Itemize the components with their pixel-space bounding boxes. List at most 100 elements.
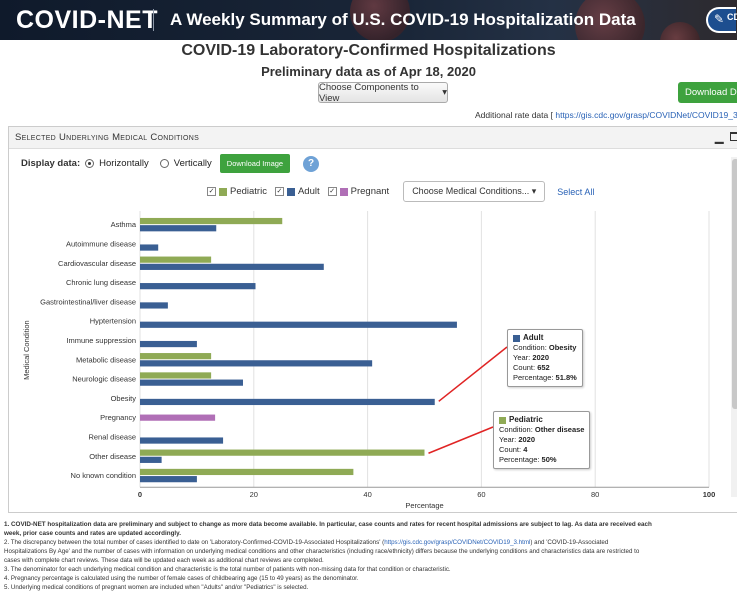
tooltip-swatch	[499, 416, 506, 424]
minimize-icon[interactable]: ▁	[715, 131, 723, 144]
bar-adult	[140, 476, 197, 483]
tooltip-count: 652	[537, 363, 550, 372]
conditions-dropdown-label: Choose Medical Conditions...	[412, 186, 530, 196]
bar-pediatric	[140, 217, 283, 225]
y-category-label: Hyptertension	[90, 317, 136, 326]
tooltip-year-label: Year:	[513, 353, 531, 362]
conditions-bar-chart: 0 20 40 60 80 100 Asthma Autoimmune disease Card…	[22, 211, 715, 510]
tooltip-count-label: Count:	[513, 363, 536, 372]
maximize-icon[interactable]	[730, 132, 737, 141]
radio-horizontal[interactable]	[85, 159, 95, 168]
legend-label-pregnant: Pregnant	[350, 186, 390, 197]
y-category-label: Neurologic disease	[72, 375, 136, 384]
legend-item-adult[interactable]: ✓ Adult	[274, 186, 320, 197]
bar-pediatric	[140, 372, 212, 379]
scrollbar-thumb[interactable]	[732, 159, 737, 409]
medical-conditions-dropdown[interactable]: Choose Medical Conditions... ▾	[403, 181, 546, 202]
virus-graphic	[660, 22, 700, 40]
bar-adult	[140, 225, 217, 232]
checkbox-pediatric[interactable]: ✓	[207, 187, 216, 196]
download-data-button[interactable]: Download Data	[678, 82, 737, 103]
bar-pediatric	[140, 468, 354, 476]
footnote-2-cont: Hospitalizations By Age' and the number …	[4, 548, 640, 555]
radio-horizontal-label: Horizontally	[99, 158, 149, 169]
x-tick-label: 20	[250, 490, 258, 499]
tooltip-year: 2020	[518, 435, 536, 444]
tooltip-condition-label: Condition:	[513, 343, 547, 352]
tooltip-percentage: 51.8%	[555, 373, 577, 382]
bar-pregnant	[140, 414, 216, 421]
tooltip-count: 4	[523, 445, 528, 454]
y-category-label: Metabolic disease	[76, 355, 136, 364]
footnote-1: 1. COVID-NET hospitalization data are pr…	[4, 521, 652, 528]
footnote-2-link[interactable]: https://gis.cdc.gov/grasp/COVIDNet/COVID…	[384, 539, 530, 546]
y-category-label: Cardiovascular disease	[58, 259, 136, 268]
footnote-2: 2. The discrepancy between the total num…	[4, 538, 737, 547]
bar-adult	[140, 398, 435, 406]
legend-item-pregnant[interactable]: ✓ Pregnant	[327, 186, 390, 197]
series-legend: ✓ Pediatric ✓ Adult ✓ Pregnant Choose Me…	[207, 181, 594, 202]
tooltip-percentage-label: Percentage:	[499, 455, 540, 464]
panel-title: Selected Underlying Medical Conditions	[15, 132, 200, 143]
radio-vertical[interactable]	[159, 159, 169, 168]
choose-components-button[interactable]: Choose Components to View ▾	[318, 82, 448, 104]
download-image-button[interactable]: Download Image	[219, 154, 291, 173]
footnote-2-text-end: ) and 'COVID-19-Associated	[530, 539, 609, 546]
help-icon[interactable]: ?	[303, 155, 320, 172]
bar-pediatric	[140, 256, 212, 263]
tooltip-swatch	[513, 334, 520, 342]
pediatric-swatch	[219, 187, 227, 196]
footnote-3: 3. The denominator for each underlying m…	[4, 566, 451, 573]
banner-tagline: A Weekly Summary of U.S. COVID-19 Hospit…	[170, 10, 636, 29]
underlying-conditions-panel: Selected Underlying Medical Conditions ▁…	[8, 126, 737, 513]
checkbox-adult[interactable]: ✓	[274, 187, 284, 196]
y-category-label: Chronic lung disease	[66, 278, 136, 287]
tooltip-condition-label: Condition:	[499, 425, 533, 434]
tooltip-series: Adult	[523, 333, 544, 342]
pregnant-swatch	[339, 187, 348, 196]
eagle-icon: ✎	[714, 12, 725, 26]
y-category-label: No known condition	[71, 471, 136, 480]
y-category-label: Renal disease	[88, 432, 136, 441]
tooltip-adult-obesity: Adult Condition: Obesity Year: 2020 Coun…	[507, 329, 583, 387]
bar-adult	[140, 379, 243, 386]
panel-scrollbar[interactable]	[731, 157, 737, 497]
select-all-link[interactable]: Select All	[557, 187, 594, 197]
bar-adult	[140, 360, 373, 367]
x-tick-label: 80	[591, 490, 599, 499]
footnote-2-text: 2. The discrepancy between the total num…	[4, 539, 385, 546]
tooltip-percentage: 50%	[541, 455, 557, 464]
panel-header: Selected Underlying Medical Conditions ▁	[9, 127, 737, 149]
brand-title: COVID-NET	[16, 6, 158, 34]
tooltip-series: Pediatric	[509, 415, 543, 424]
bar-adult	[140, 244, 159, 251]
x-tick-label: 0	[138, 490, 142, 499]
bar-adult	[140, 437, 224, 444]
bar-adult	[140, 302, 168, 309]
checkbox-pregnant[interactable]: ✓	[327, 187, 337, 196]
y-category-label: Autoimmune disease	[66, 239, 136, 248]
bar-adult	[140, 321, 457, 328]
legend-item-pediatric[interactable]: ✓ Pediatric	[207, 186, 267, 197]
banner-divider	[153, 9, 154, 31]
tooltip-count-label: Count:	[499, 445, 522, 454]
radio-vertical-label: Vertically	[173, 158, 212, 169]
cdc-logo-text: CD	[727, 12, 737, 22]
y-category-label: Asthma	[111, 220, 137, 229]
footnote-5: 5. Underlying medical conditions of preg…	[4, 584, 309, 591]
x-axis-title: Percentage	[405, 501, 443, 510]
tooltip-condition: Obesity	[548, 343, 577, 352]
page-subtitle: Preliminary data as of Apr 18, 2020	[261, 64, 476, 79]
additional-rate-data: Additional rate data [ https://gis.cdc.g…	[475, 110, 737, 120]
footnote-1-cont: week, prior case counts and rates are up…	[4, 530, 181, 537]
y-axis-title: Medical Condition	[22, 320, 31, 380]
tooltip-pediatric-other: Pediatric Condition: Other disease Year:…	[493, 411, 591, 469]
site-banner: COVID-NET A Weekly Summary of U.S. COVID…	[0, 0, 737, 40]
footnote-2-cont2: cases with complete chart reviews. These…	[4, 557, 324, 564]
x-tick-label: 40	[363, 490, 371, 499]
rate-data-link[interactable]: https://gis.cdc.gov/grasp/COVIDNet/COVID…	[555, 110, 737, 120]
tooltip-leader-line	[438, 346, 508, 402]
caret-down-icon: ▾	[442, 87, 447, 98]
tooltip-leader-line	[428, 426, 494, 454]
tooltip-year-label: Year:	[499, 435, 517, 444]
